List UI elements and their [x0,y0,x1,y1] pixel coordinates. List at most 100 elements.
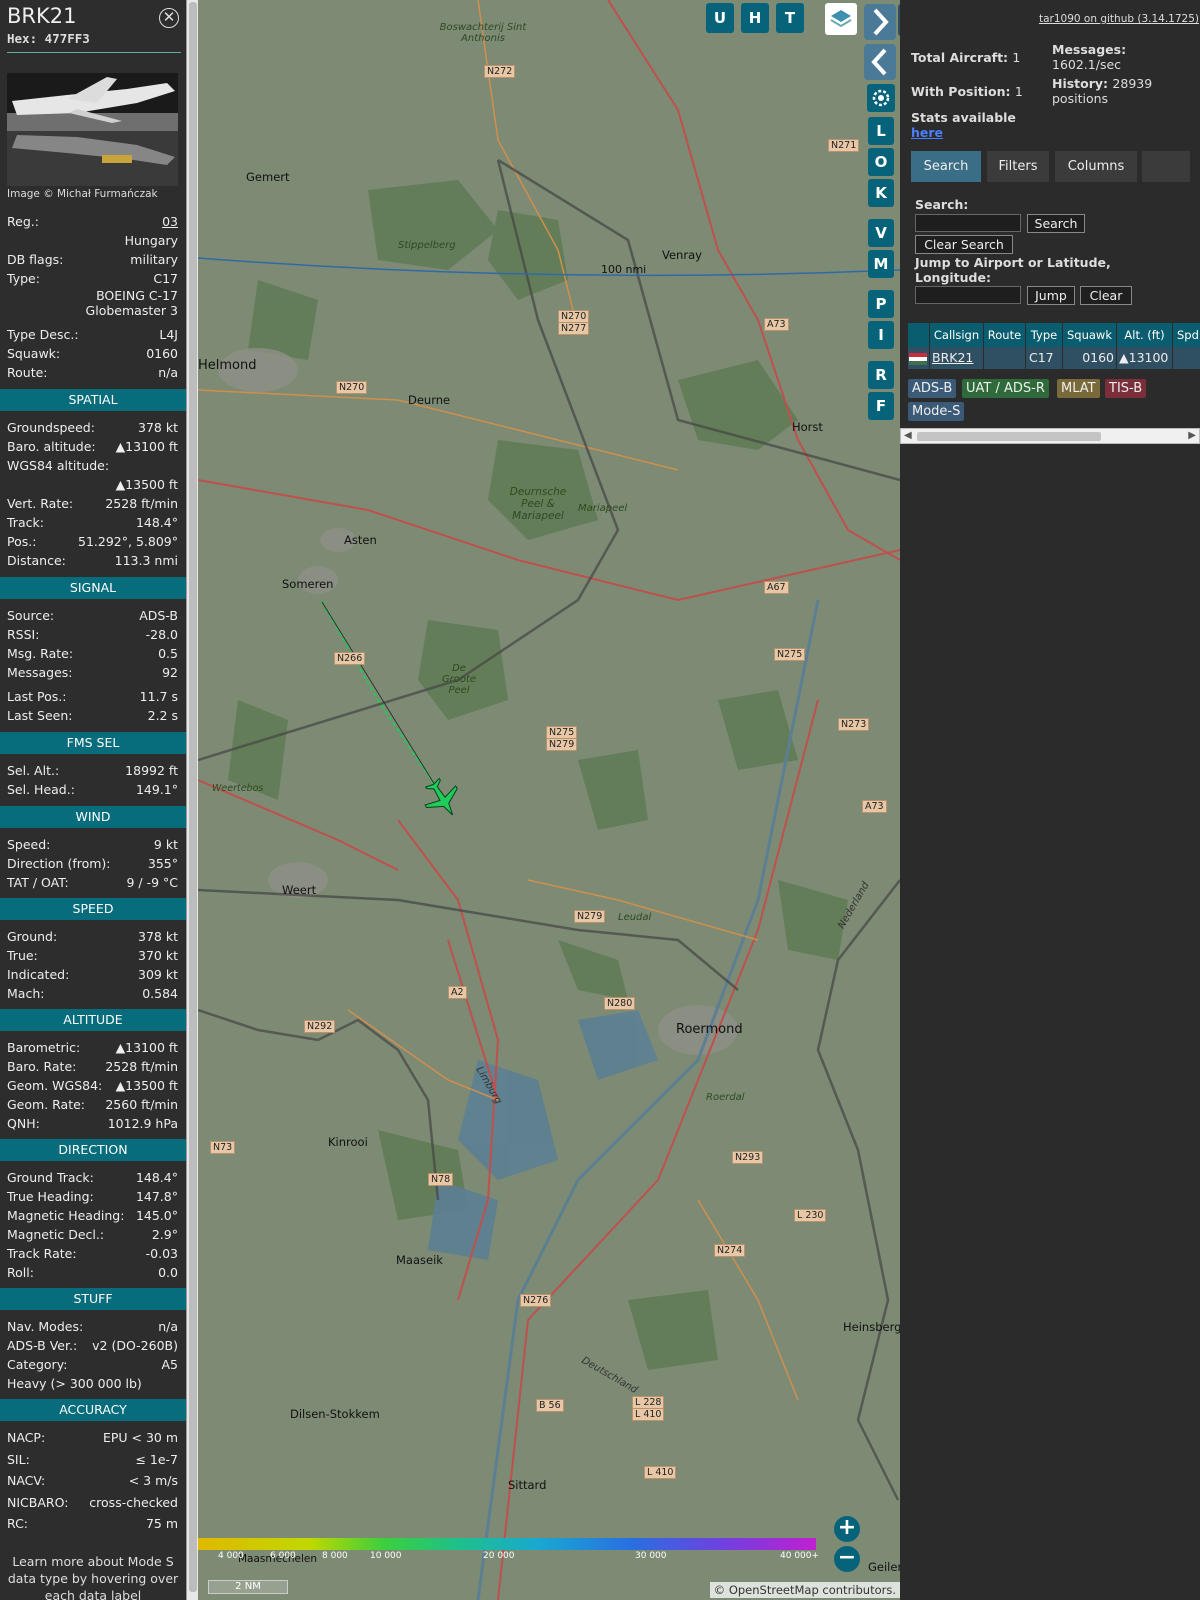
messages-stat: Messages: 1602.1/sec [1052,42,1127,72]
place-label: Weertebos [212,783,264,794]
direction-value: 145.0° [135,1208,178,1223]
clear-button[interactable]: Clear [1080,286,1132,305]
row-altitude: ▲13100 [1117,347,1172,369]
row-speed [1173,347,1200,369]
accuracy-value: EPU < 30 m [102,1430,178,1445]
row-callsign[interactable]: BRK21 [930,347,983,369]
road-label: A67 [764,581,789,594]
map-button-k[interactable]: K [868,179,894,207]
stuff-row: Category: A5 [7,1355,178,1374]
signal-label: Messages: [7,665,73,680]
wind-value: 355° [147,856,178,871]
gear-icon[interactable] [867,84,895,112]
map-button-i[interactable]: I [868,321,894,349]
aircraft-hex: Hex: 477FF3 [7,31,90,46]
road-label: N270 [336,381,368,394]
map-view[interactable]: Boswachterij Sint Anthonis Gemert Stippe… [198,0,900,1600]
spatial-row: Pos.: 51.292°, 5.809° [7,532,178,551]
map-button-t[interactable]: T [776,3,804,33]
photo-credit: Image © Michał Furmańczak [7,188,158,200]
sidebar-scrollbar[interactable] [186,0,198,1600]
table-header-squawk[interactable]: Squawk [1063,323,1116,347]
jump-label: Jump to Airport or Latitude, Longitude: [915,255,1111,285]
table-header-route[interactable]: Route [984,323,1025,347]
speed-label: Mach: [7,986,45,1001]
reg-link[interactable]: 03 [162,212,178,231]
badge-adsb: ADS-B [908,379,957,398]
wind-row: Speed: 9 kt [7,835,178,854]
github-link[interactable]: tar1090 on github (3.14.1725) [1039,13,1199,25]
table-header-callsign[interactable]: Callsign [930,323,983,347]
spatial-row: Groundspeed: 378 kt [7,418,178,437]
road-label: L 410 [644,1466,677,1479]
speed-value: 378 kt [138,929,178,944]
map-button-u[interactable]: U [706,3,734,33]
altitude-label: Barometric: [7,1040,81,1055]
direction-value: 2.9° [151,1227,178,1242]
map-button-r[interactable]: R [868,361,894,389]
map-button-p[interactable]: P [868,290,894,318]
tab-extra[interactable] [1142,151,1190,182]
clear-search-button[interactable]: Clear Search [915,235,1013,254]
aircraft-list-panel: tar1090 on github (3.14.1725) Total Airc… [900,0,1200,1600]
aircraft-photo[interactable] [7,73,178,186]
type-name-row-2: Globemaster 3 [85,303,178,318]
map-button-f[interactable]: F [868,392,894,420]
search-label: Search: [915,197,969,212]
row-route [984,347,1025,369]
layers-icon[interactable] [825,3,857,35]
direction-row: Roll: 0.0 [7,1263,178,1282]
accuracy-value: ≤ 1e-7 [135,1451,178,1467]
horizontal-scrollbar[interactable]: ◀ ▶ [900,428,1200,444]
zoom-in-button[interactable]: + [834,1516,860,1542]
chevron-right-icon[interactable] [864,4,896,40]
tab-search[interactable]: Search [911,151,981,182]
accuracy-value: cross-checked [89,1494,178,1510]
table-header-speed[interactable]: Spd [1173,323,1200,347]
wind-row: TAT / OAT: 9 / -9 °C [7,873,178,892]
search-input[interactable] [915,214,1021,232]
accuracy-row: RC: 75 m [7,1514,178,1533]
spatial-label: Groundspeed: [7,420,95,435]
road-label: N276 [520,1294,552,1307]
badge-uat: UAT / ADS-R [962,379,1049,398]
road-label: L 230 [794,1209,827,1222]
road-label: N279 [546,738,578,751]
country-row: Hungary [124,233,178,248]
road-label: N271 [828,139,860,152]
row-type: C17 [1026,347,1062,369]
map-attribution[interactable]: © OpenStreetMap contributors. [709,1582,900,1598]
map-button-l[interactable]: L [868,117,894,145]
tab-filters[interactable]: Filters [987,151,1049,182]
direction-row: True Heading: 147.8° [7,1187,178,1206]
table-header-altitude[interactable]: Alt. (ft) [1117,323,1172,347]
stats-link[interactable]: here [911,125,1016,140]
tab-columns[interactable]: Columns [1055,151,1137,182]
aircraft-marker-icon[interactable] [420,776,464,820]
map-button-o[interactable]: O [868,148,894,176]
direction-row: Ground Track: 148.4° [7,1168,178,1187]
jump-button[interactable]: Jump [1027,286,1075,305]
map-button-m[interactable]: M [868,250,894,278]
table-header-flag[interactable] [908,323,929,347]
speed-label: True: [7,948,38,963]
close-icon[interactable]: ✕ [159,8,179,28]
chevron-left-icon[interactable] [864,44,896,80]
road-label: N78 [428,1173,454,1186]
badge-tisb: TIS-B [1105,379,1147,398]
altitude-label: QNH: [7,1116,40,1131]
divider [7,52,181,53]
direction-label: Roll: [7,1265,34,1280]
search-button[interactable]: Search [1027,214,1085,233]
road-label: N273 [838,718,870,731]
section-fmssel: FMS SEL [0,732,186,754]
stuff-label: ADS-B Ver.: [7,1338,78,1353]
table-header-type[interactable]: Type [1026,323,1062,347]
jump-input[interactable] [915,286,1021,304]
signal-value: ADS-B [139,608,178,623]
map-button-h[interactable]: H [741,3,769,33]
accuracy-value: 75 m [145,1516,178,1531]
map-button-v[interactable]: V [868,219,894,247]
signal-label: Source: [7,608,55,623]
expand-icon[interactable] [898,4,900,36]
